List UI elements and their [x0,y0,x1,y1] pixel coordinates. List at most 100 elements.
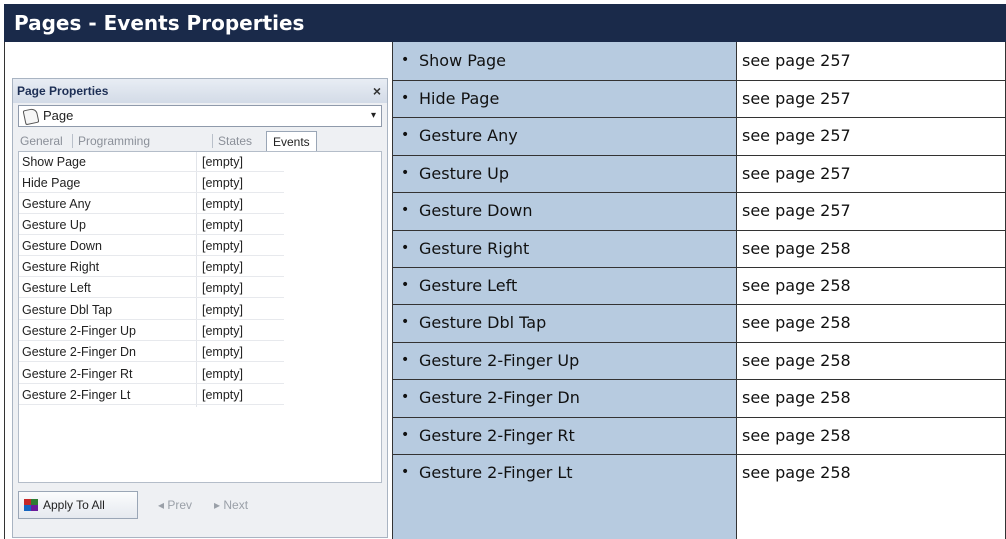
property-name: Gesture 2-Finger Dn [22,345,136,359]
property-row[interactable]: Gesture Down [empty] [19,236,284,256]
row-divider [19,383,284,384]
property-name: Gesture Up [22,218,86,232]
page-reference-cell: see page 257 [742,164,851,183]
property-name: Gesture 2-Finger Up [22,324,136,338]
property-value[interactable]: [empty] [202,321,243,341]
property-row[interactable]: Gesture Right [empty] [19,257,284,277]
property-row[interactable]: Gesture Left [empty] [19,278,284,298]
bullet-icon: • [401,90,410,106]
next-button[interactable]: ▸ Next [214,491,248,519]
event-name-cell: Hide Page [419,89,500,108]
property-value[interactable]: [empty] [202,194,243,214]
property-value[interactable]: [empty] [202,173,243,193]
table-row-divider [393,155,1005,156]
bullet-icon: • [401,277,410,293]
property-row[interactable]: Gesture 2-Finger Up [empty] [19,321,284,341]
tab-states[interactable]: States [218,131,252,151]
page-reference-cell: see page 257 [742,51,851,70]
property-value[interactable]: [empty] [202,300,243,320]
row-divider [19,171,284,172]
event-name-cell: Gesture 2-Finger Up [419,351,580,370]
page-icon [22,107,40,126]
event-name-cell: Gesture 2-Finger Lt [419,463,573,482]
screenshot-cell: Page Properties × Page ▾ General Program… [5,42,393,539]
prev-button[interactable]: ◂ Prev [158,491,192,519]
row-divider [19,234,284,235]
row-divider [19,213,284,214]
property-row[interactable]: Gesture 2-Finger Dn [empty] [19,342,284,362]
table-row-divider [393,267,1005,268]
property-row[interactable]: Gesture Any [empty] [19,194,284,214]
panel-title: Page Properties × [13,79,387,103]
event-name-cell: Gesture Up [419,164,510,183]
event-name-cell: Gesture Left [419,276,518,295]
events-table: Page Properties × Page ▾ General Program… [4,42,1006,539]
property-name: Gesture Right [22,260,100,274]
page-properties-panel: Page Properties × Page ▾ General Program… [12,78,388,538]
property-name: Gesture Down [22,239,102,253]
bullet-icon: • [401,127,410,143]
apply-all-icon [24,499,38,511]
page-reference-cell: see page 258 [742,276,851,295]
property-row[interactable]: Show Page [empty] [19,152,284,172]
page-reference-cell: see page 258 [742,351,851,370]
property-name: Gesture Dbl Tap [22,303,113,317]
property-row[interactable]: Gesture 2-Finger Lt [empty] [19,385,284,405]
tab-general[interactable]: General [20,131,63,151]
property-row[interactable]: Hide Page [empty] [19,173,284,193]
table-row-divider [393,417,1005,418]
property-name: Gesture 2-Finger Lt [22,388,131,402]
row-divider [19,192,284,193]
table-row-divider [393,117,1005,118]
table-row-divider [393,379,1005,380]
property-name: Gesture Left [22,281,91,295]
event-name-cell: Gesture Down [419,201,533,220]
bullet-icon: • [401,352,410,368]
bullet-icon: • [401,202,410,218]
table-row-divider [393,304,1005,305]
property-value[interactable]: [empty] [202,215,243,235]
tab-programming[interactable]: Programming [78,131,150,151]
bullet-icon: • [401,240,410,256]
property-grid: Show Page [empty] Hide Page [empty] Gesture … [18,151,382,483]
row-divider [19,297,284,298]
close-icon[interactable]: × [373,79,381,103]
property-name: Hide Page [22,176,81,190]
section-header: Pages - Events Properties [4,4,1006,42]
row-divider [19,340,284,341]
property-value[interactable]: [empty] [202,364,243,384]
page-reference-cell: see page 258 [742,463,851,482]
bullet-icon: • [401,464,410,480]
page-reference-cell: see page 257 [742,126,851,145]
property-value[interactable]: [empty] [202,385,243,405]
property-value[interactable]: [empty] [202,152,243,172]
page-reference-cell: see page 258 [742,426,851,445]
property-value[interactable]: [empty] [202,278,243,298]
bullet-icon: • [401,427,410,443]
page-reference-cell: see page 258 [742,388,851,407]
table-row-divider [393,80,1005,81]
bullet-icon: • [401,52,410,68]
chevron-down-icon[interactable]: ▾ [371,106,376,126]
property-name: Gesture Any [22,197,91,211]
row-divider [19,319,284,320]
bullet-icon: • [401,389,410,405]
tab-events[interactable]: Events [266,131,317,151]
property-value[interactable]: [empty] [202,257,243,277]
panel-title-label: Page Properties [17,84,109,98]
property-value[interactable]: [empty] [202,236,243,256]
property-row[interactable]: Gesture Up [empty] [19,215,284,235]
row-divider [19,276,284,277]
tab-divider [72,134,73,148]
page-reference-cell: see page 258 [742,313,851,332]
apply-to-all-label: Apply To All [43,498,105,512]
apply-to-all-button[interactable]: Apply To All [18,491,138,519]
property-row[interactable]: Gesture 2-Finger Rt [empty] [19,364,284,384]
property-name: Gesture 2-Finger Rt [22,367,133,381]
page-selector-dropdown[interactable]: Page ▾ [18,105,382,127]
event-name-cell: Gesture 2-Finger Rt [419,426,575,445]
property-value[interactable]: [empty] [202,342,243,362]
property-row[interactable]: Gesture Dbl Tap [empty] [19,300,284,320]
tab-divider [212,134,213,148]
panel-footer: Apply To All ◂ Prev ▸ Next [18,491,382,521]
